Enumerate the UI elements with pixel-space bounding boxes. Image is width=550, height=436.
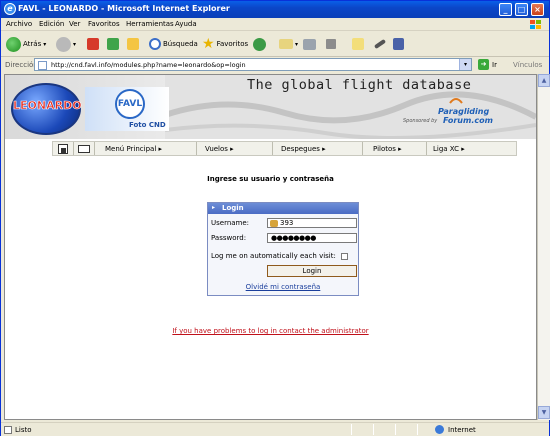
- discuss-button[interactable]: [352, 35, 364, 53]
- status-bar: Listo Internet: [1, 422, 549, 436]
- vertical-scrollbar[interactable]: ▲ ▼: [537, 74, 550, 420]
- menu-herramientas[interactable]: Herramientas: [126, 20, 174, 28]
- edit-button[interactable]: [326, 35, 336, 53]
- edit-icon: [326, 39, 336, 49]
- menu-bar: Archivo Edición Ver Favoritos Herramient…: [1, 18, 549, 31]
- leonardo-logo-text: LEONARDO: [13, 99, 82, 113]
- toolbar: Atrás ▾ ▾ Búsqueda ★ Favoritos ▾: [1, 31, 549, 57]
- mail-button[interactable]: ▾: [279, 35, 298, 53]
- links-label[interactable]: Vínculos: [513, 61, 542, 69]
- minimize-button[interactable]: _: [499, 3, 512, 16]
- sponsored-label: Sponsored by: [403, 118, 438, 124]
- forward-arrow-icon: [56, 36, 71, 52]
- forward-button[interactable]: ▾: [56, 35, 76, 53]
- nav-menu-principal[interactable]: Menú Principal ▸: [105, 145, 162, 153]
- address-bar: Dirección http://cnd.favl.info/modules.p…: [1, 57, 549, 73]
- printer-icon: [303, 38, 316, 50]
- go-button[interactable]: Ir: [492, 61, 497, 69]
- login-button[interactable]: Login: [267, 265, 357, 277]
- favorites-button[interactable]: ★ Favoritos: [202, 35, 248, 53]
- menu-favoritos[interactable]: Favoritos: [88, 20, 120, 28]
- page-icon: [38, 61, 47, 70]
- menu-ayuda[interactable]: Ayuda: [175, 20, 197, 28]
- mail-icon: [279, 39, 293, 49]
- username-input[interactable]: 393: [267, 218, 357, 228]
- history-button[interactable]: [253, 35, 266, 53]
- menu-edicion[interactable]: Edición: [39, 20, 64, 28]
- site-nav: Menú Principal ▸ Vuelos ▸ Despegues ▸ Pi…: [52, 141, 517, 156]
- maximize-button[interactable]: □: [515, 3, 528, 16]
- remember-checkbox[interactable]: [341, 253, 348, 260]
- home-icon[interactable]: [58, 144, 68, 154]
- address-label: Dirección: [5, 61, 38, 69]
- login-heading: Ingrese su usuario y contraseña: [207, 175, 334, 183]
- page-icon: [4, 426, 12, 434]
- arrow-right-icon: ▸: [212, 204, 216, 211]
- login-box: ▸ Login Username: 393 Password: ●●●●●●●●…: [207, 202, 359, 296]
- windows-logo-icon: [530, 20, 541, 29]
- map-icon[interactable]: [78, 145, 90, 153]
- internet-zone-icon: [435, 425, 444, 434]
- refresh-button[interactable]: [107, 35, 119, 53]
- scroll-up-icon[interactable]: ▲: [538, 74, 550, 87]
- site-banner: LEONARDO FAVL Foto CND The global flight…: [5, 75, 536, 139]
- pen-icon: [373, 38, 387, 50]
- close-button[interactable]: ×: [531, 3, 544, 16]
- favl-subtitle: Foto CND: [129, 121, 166, 129]
- search-button[interactable]: Búsqueda: [149, 35, 198, 53]
- nav-liga-xc[interactable]: Liga XC ▸: [433, 145, 465, 153]
- remember-label: Log me on automatically each visit:: [211, 252, 336, 260]
- nav-despegues[interactable]: Despegues ▸: [281, 145, 326, 153]
- password-input[interactable]: ●●●●●●●●: [267, 233, 357, 243]
- scroll-down-icon[interactable]: ▼: [538, 406, 550, 419]
- messenger-button[interactable]: [373, 35, 387, 53]
- stop-icon: [87, 38, 99, 50]
- note-icon: [352, 38, 364, 50]
- forgot-password-link[interactable]: Olvidé mi contraseña: [208, 283, 358, 291]
- address-input[interactable]: http://cnd.favl.info/modules.php?name=le…: [34, 58, 472, 71]
- window-title: FAVL - LEONARDO - Microsoft Internet Exp…: [18, 4, 230, 13]
- menu-ver[interactable]: Ver: [69, 20, 80, 28]
- username-label: Username:: [211, 219, 250, 227]
- paraglidingforum-logo-line1[interactable]: Paragliding: [438, 107, 489, 116]
- star-icon: ★: [202, 36, 215, 52]
- favl-logo-circle: FAVL: [115, 89, 145, 119]
- back-button[interactable]: Atrás ▾: [6, 35, 46, 53]
- password-label: Password:: [211, 234, 247, 242]
- title-bar: e FAVL - LEONARDO - Microsoft Internet E…: [1, 1, 549, 18]
- status-text: Listo: [15, 426, 32, 434]
- nav-pilotos[interactable]: Pilotos ▸: [373, 145, 402, 153]
- research-icon: [393, 38, 404, 50]
- stop-button[interactable]: [87, 35, 99, 53]
- paraglider-icon: [449, 98, 463, 104]
- go-arrow-icon[interactable]: ➜: [478, 59, 489, 70]
- page-content: LEONARDO FAVL Foto CND The global flight…: [4, 74, 537, 420]
- address-dropdown-icon[interactable]: ▾: [459, 59, 471, 70]
- menu-archivo[interactable]: Archivo: [6, 20, 32, 28]
- home-button[interactable]: [127, 35, 139, 53]
- search-icon: [149, 38, 161, 50]
- banner-tagline: The global flight database: [247, 77, 472, 93]
- zone-label: Internet: [448, 426, 476, 434]
- refresh-icon: [107, 38, 119, 50]
- print-button[interactable]: [303, 35, 316, 53]
- user-icon: [270, 220, 278, 227]
- research-button[interactable]: [393, 35, 404, 53]
- nav-vuelos[interactable]: Vuelos ▸: [205, 145, 234, 153]
- login-box-header: ▸ Login: [208, 203, 358, 214]
- paraglidingforum-logo-line2[interactable]: Forum.com: [443, 116, 493, 125]
- browser-window: e FAVL - LEONARDO - Microsoft Internet E…: [0, 0, 550, 436]
- history-icon: [253, 37, 266, 51]
- home-icon: [127, 38, 139, 50]
- back-arrow-icon: [6, 36, 21, 52]
- favl-logo: FAVL Foto CND: [85, 83, 171, 135]
- ie-icon: e: [4, 3, 16, 15]
- contact-admin-link[interactable]: If you have problems to log in contact t…: [5, 327, 536, 335]
